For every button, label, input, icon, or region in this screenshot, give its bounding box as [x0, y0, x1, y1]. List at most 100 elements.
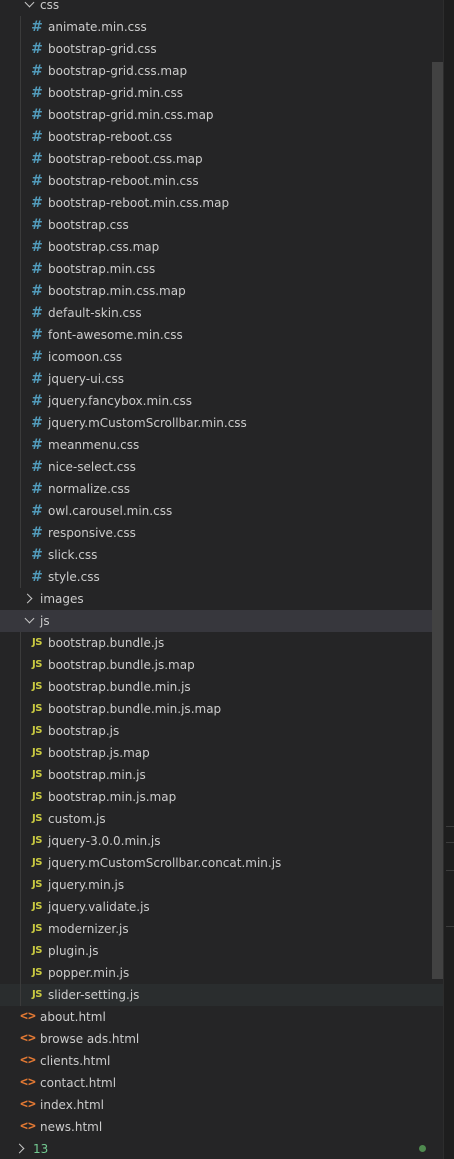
file-css[interactable]: # style.css [0, 566, 443, 588]
chevron-down-icon[interactable] [24, 0, 35, 8]
indent-guide [20, 874, 21, 896]
folder-js[interactable]: js [0, 610, 443, 632]
file-js[interactable]: JS bootstrap.min.js.map [0, 786, 443, 808]
file-css[interactable]: # normalize.css [0, 478, 443, 500]
file-js[interactable]: JS bootstrap.js.map [0, 742, 443, 764]
html-file-icon: <> [20, 1031, 36, 1046]
js-file-icon: JS [32, 747, 42, 758]
indent-guide [20, 346, 21, 368]
file-label: slick.css [48, 548, 98, 562]
file-html[interactable]: <> contact.html [0, 1072, 443, 1094]
file-js[interactable]: JS popper.min.js [0, 962, 443, 984]
file-css[interactable]: # bootstrap-reboot.css [0, 126, 443, 148]
file-js[interactable]: JS jquery.mCustomScrollbar.concat.min.js [0, 852, 443, 874]
file-js[interactable]: JS jquery.validate.js [0, 896, 443, 918]
file-js[interactable]: JS slider-setting.js [0, 984, 443, 1006]
file-css[interactable]: # bootstrap.min.css.map [0, 280, 443, 302]
js-file-icon: JS [32, 703, 42, 714]
file-label: bootstrap-reboot.css [48, 130, 173, 144]
file-css[interactable]: # bootstrap-grid.css [0, 38, 443, 60]
indent-guide [20, 456, 21, 478]
file-css[interactable]: # owl.carousel.min.css [0, 500, 443, 522]
js-file-icon: JS [32, 879, 42, 890]
file-css[interactable]: # animate.min.css [0, 16, 443, 38]
file-js[interactable]: JS bootstrap.min.js [0, 764, 443, 786]
indent-guide [20, 940, 21, 962]
hash-css-file-icon: # [31, 107, 43, 123]
file-css[interactable]: # bootstrap-reboot.min.css.map [0, 192, 443, 214]
indent-guide [20, 808, 21, 830]
html-file-icon: <> [20, 1053, 36, 1068]
file-js[interactable]: JS bootstrap.bundle.js [0, 632, 443, 654]
file-css[interactable]: # bootstrap.css [0, 214, 443, 236]
js-file-icon: JS [32, 989, 42, 1000]
file-js[interactable]: JS plugin.js [0, 940, 443, 962]
file-js[interactable]: JS custom.js [0, 808, 443, 830]
file-css[interactable]: # jquery.mCustomScrollbar.min.css [0, 412, 443, 434]
html-file-icon: <> [20, 1097, 36, 1112]
file-css[interactable]: # bootstrap-grid.min.css.map [0, 104, 443, 126]
folder-label-css: css [40, 0, 60, 12]
file-js[interactable]: JS bootstrap.bundle.min.js.map [0, 698, 443, 720]
file-css[interactable]: # bootstrap-reboot.min.css [0, 170, 443, 192]
scrollbar-thumb[interactable] [432, 62, 443, 979]
file-label: meanmenu.css [48, 438, 140, 452]
file-css[interactable]: # bootstrap-reboot.css.map [0, 148, 443, 170]
hash-css-file-icon: # [31, 63, 43, 79]
file-css[interactable]: # bootstrap.min.css [0, 258, 443, 280]
js-file-icon: JS [32, 769, 42, 780]
file-css[interactable]: # responsive.css [0, 522, 443, 544]
indent-guide [20, 82, 21, 104]
file-js[interactable]: JS bootstrap.bundle.js.map [0, 654, 443, 676]
file-html[interactable]: <> clients.html [0, 1050, 443, 1072]
hash-css-file-icon: # [31, 503, 43, 519]
chevron-right-icon[interactable] [22, 593, 33, 604]
folder-label-13: 13 [33, 1142, 49, 1156]
file-html[interactable]: <> index.html [0, 1094, 443, 1116]
file-js[interactable]: JS jquery-3.0.0.min.js [0, 830, 443, 852]
file-css[interactable]: # meanmenu.css [0, 434, 443, 456]
folder-images[interactable]: images [0, 588, 443, 610]
folder-css[interactable]: css [0, 0, 443, 16]
indent-guide [20, 962, 21, 984]
file-js[interactable]: JS bootstrap.bundle.min.js [0, 676, 443, 698]
folder-13[interactable]: 13 [0, 1138, 443, 1159]
file-html[interactable]: <> about.html [0, 1006, 443, 1028]
file-js[interactable]: JS jquery.min.js [0, 874, 443, 896]
file-html[interactable]: <> news.html [0, 1116, 443, 1138]
indent-guide [20, 324, 21, 346]
file-css[interactable]: # font-awesome.min.css [0, 324, 443, 346]
file-css[interactable]: # nice-select.css [0, 456, 443, 478]
file-css[interactable]: # icomoon.css [0, 346, 443, 368]
file-label: bootstrap-grid.css [48, 42, 157, 56]
hash-css-file-icon: # [31, 239, 43, 255]
hash-css-file-icon: # [31, 547, 43, 563]
chevron-down-icon[interactable] [24, 613, 35, 624]
file-label: owl.carousel.min.css [48, 504, 173, 518]
js-file-icon: JS [32, 813, 42, 824]
indent-guide [20, 214, 21, 236]
explorer-scrollbar[interactable] [432, 0, 443, 1159]
file-label: about.html [40, 1010, 106, 1024]
file-css[interactable]: # slick.css [0, 544, 443, 566]
file-css[interactable]: # bootstrap-grid.min.css [0, 82, 443, 104]
indent-guide [20, 522, 21, 544]
file-js[interactable]: JS bootstrap.js [0, 720, 443, 742]
chevron-right-icon[interactable] [14, 1143, 25, 1154]
file-label: jquery.fancybox.min.css [48, 394, 193, 408]
hash-css-file-icon: # [31, 459, 43, 475]
hash-css-file-icon: # [31, 415, 43, 431]
file-label: normalize.css [48, 482, 130, 496]
file-css[interactable]: # bootstrap.css.map [0, 236, 443, 258]
file-label: font-awesome.min.css [48, 328, 183, 342]
file-css[interactable]: # default-skin.css [0, 302, 443, 324]
file-css[interactable]: # jquery-ui.css [0, 368, 443, 390]
file-label: modernizer.js [48, 922, 129, 936]
html-file-icon: <> [20, 1119, 36, 1134]
file-html[interactable]: <> browse ads.html [0, 1028, 443, 1050]
file-css[interactable]: # bootstrap-grid.css.map [0, 60, 443, 82]
indent-guide [20, 258, 21, 280]
folder-label-js: js [40, 614, 50, 628]
file-js[interactable]: JS modernizer.js [0, 918, 443, 940]
file-css[interactable]: # jquery.fancybox.min.css [0, 390, 443, 412]
